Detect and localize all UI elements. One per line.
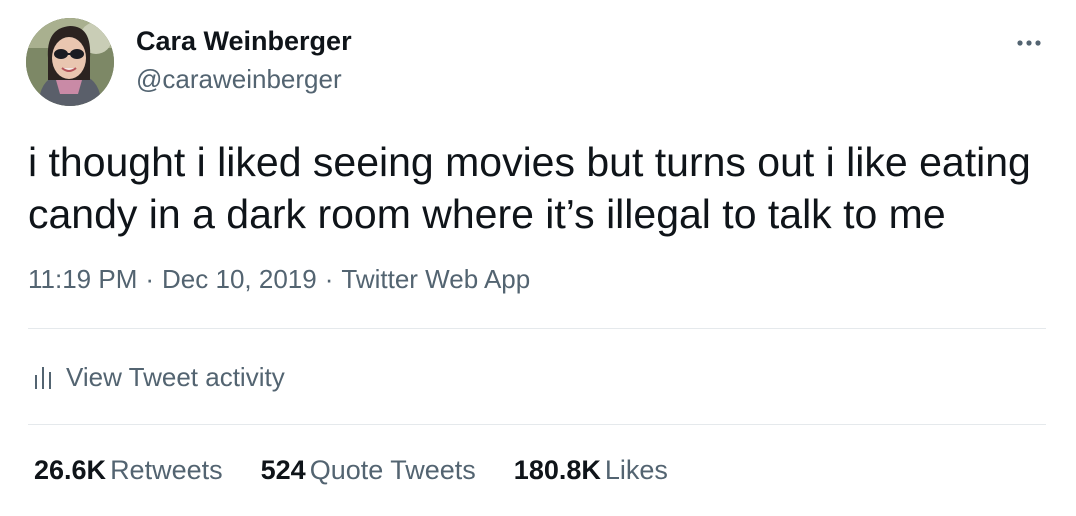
tweet-metadata: 11:19 PM · Dec 10, 2019 · Twitter Web App [28, 264, 530, 295]
divider [28, 328, 1046, 329]
author-handle[interactable]: @caraweinberger [136, 64, 342, 95]
tweet-time[interactable]: 11:19 PM [28, 264, 137, 294]
engagement-stats: 26.6K Retweets 524 Quote Tweets 180.8K Like… [34, 455, 706, 486]
analytics-bars-icon [35, 367, 51, 389]
divider [28, 424, 1046, 425]
tweet-text: i thought i liked seeing movies but turn… [28, 139, 1031, 237]
quote-tweets-label: Quote Tweets [309, 455, 476, 485]
likes-label: Likes [604, 455, 668, 485]
quote-tweets-stat[interactable]: 524 Quote Tweets [261, 455, 476, 486]
author-avatar[interactable] [26, 18, 114, 106]
tweet-date[interactable]: Dec 10, 2019 [162, 264, 317, 294]
quote-tweets-count: 524 [260, 455, 306, 485]
profile-photo-icon [26, 18, 114, 106]
author-name[interactable]: Cara Weinberger [136, 26, 352, 57]
tweet-card: Cara Weinberger @caraweinberger i though… [0, 0, 1076, 516]
view-tweet-activity-label: View Tweet activity [66, 361, 285, 392]
separator-dot: · [145, 264, 155, 294]
separator-dot: · [324, 264, 334, 294]
ellipsis-icon [1017, 40, 1041, 46]
likes-count: 180.8K [513, 455, 601, 485]
more-options-button[interactable] [1008, 30, 1048, 56]
retweets-label: Retweets [110, 455, 223, 485]
view-tweet-activity-button[interactable]: View Tweet activity [30, 360, 285, 394]
retweets-count: 26.6K [34, 455, 107, 485]
tweet-source-link[interactable]: Twitter Web App [341, 264, 530, 294]
retweets-stat[interactable]: 26.6K Retweets [34, 455, 223, 486]
likes-stat[interactable]: 180.8K Likes [514, 455, 668, 486]
